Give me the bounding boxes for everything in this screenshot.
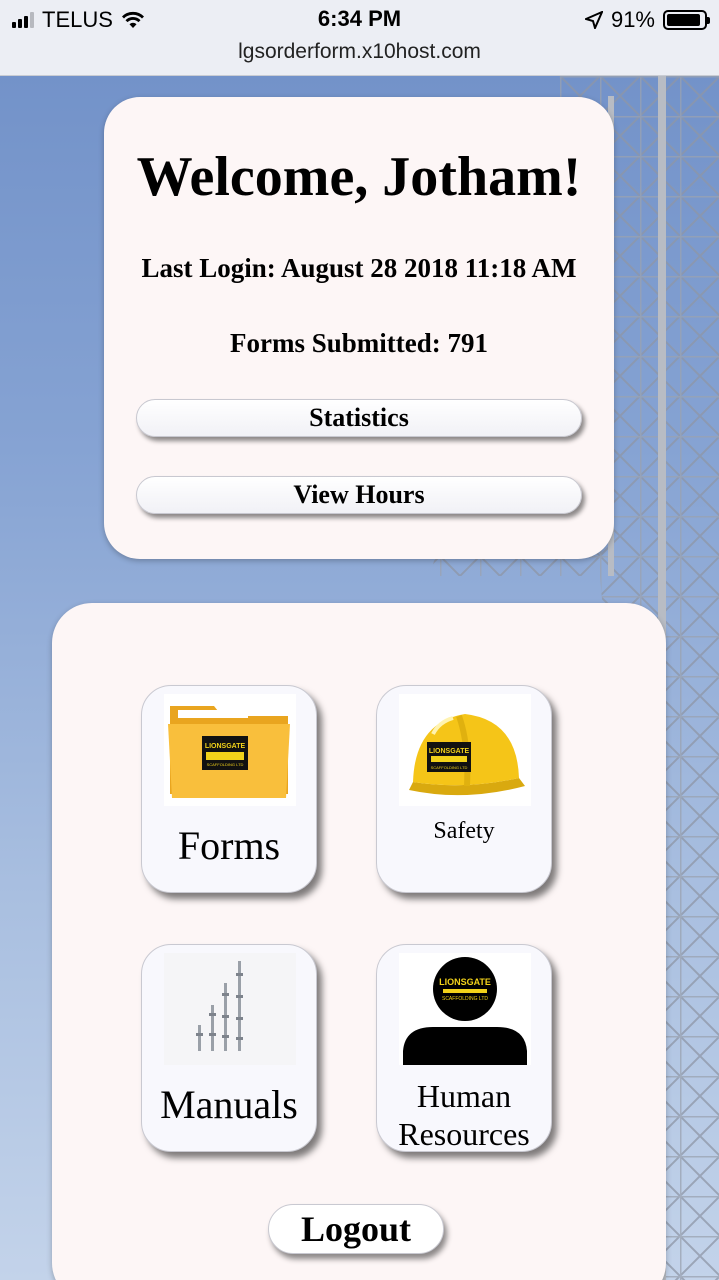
forms-tile[interactable]: LIONSGATE SCAFFOLDING LTD Forms: [141, 685, 317, 893]
person-icon: LIONSGATE SCAFFOLDING LTD: [399, 953, 531, 1065]
human-resources-label: Human Resources: [377, 1077, 551, 1153]
status-bar: TELUS 6:34 PM 91%: [0, 0, 719, 40]
logout-button[interactable]: Logout: [268, 1204, 444, 1254]
view-hours-button[interactable]: View Hours: [136, 476, 582, 514]
manuals-tile[interactable]: Manuals: [141, 944, 317, 1152]
forms-submitted-text: Forms Submitted: 791: [230, 328, 488, 358]
safety-label: Safety: [433, 818, 495, 844]
address-bar[interactable]: lgsorderform.x10host.com: [0, 40, 719, 76]
location-arrow-icon: [584, 11, 603, 29]
logo-sub: SCAFFOLDING LTD: [207, 762, 244, 767]
logo-text: LIONSGATE: [205, 743, 246, 750]
last-login-text: Last Login: August 28 2018 11:18 AM: [141, 253, 577, 283]
battery-percent: 91%: [610, 7, 655, 32]
logo-text: LIONSGATE: [429, 748, 470, 755]
url-text: lgsorderform.x10host.com: [238, 40, 481, 63]
status-right: 91%: [584, 7, 710, 33]
logo-sub: SCAFFOLDING LTD: [431, 765, 468, 770]
logo-sub: SCAFFOLDING LTD: [442, 996, 488, 1002]
statistics-button[interactable]: Statistics: [136, 399, 582, 437]
welcome-card: Welcome, Jotham! Last Login: August 28 2…: [104, 97, 614, 559]
folder-icon: LIONSGATE SCAFFOLDING LTD: [164, 694, 296, 806]
logo-text: LIONSGATE: [439, 977, 491, 987]
human-resources-tile[interactable]: LIONSGATE SCAFFOLDING LTD Human Resource…: [376, 944, 552, 1152]
menu-card: LIONSGATE SCAFFOLDING LTD Forms LIONSGAT…: [52, 603, 666, 1280]
welcome-title: Welcome, Jotham!: [136, 146, 582, 208]
hr-label-line1: Human: [416, 1078, 512, 1114]
hr-label-line2: Resources: [398, 1116, 530, 1152]
safety-tile[interactable]: LIONSGATE SCAFFOLDING LTD Safety: [376, 685, 552, 893]
battery-icon: [663, 10, 710, 30]
scaffold-poles-icon: [164, 953, 296, 1065]
hard-hat-icon: LIONSGATE SCAFFOLDING LTD: [399, 694, 531, 806]
manuals-label: Manuals: [160, 1082, 298, 1127]
forms-label: Forms: [177, 823, 281, 868]
